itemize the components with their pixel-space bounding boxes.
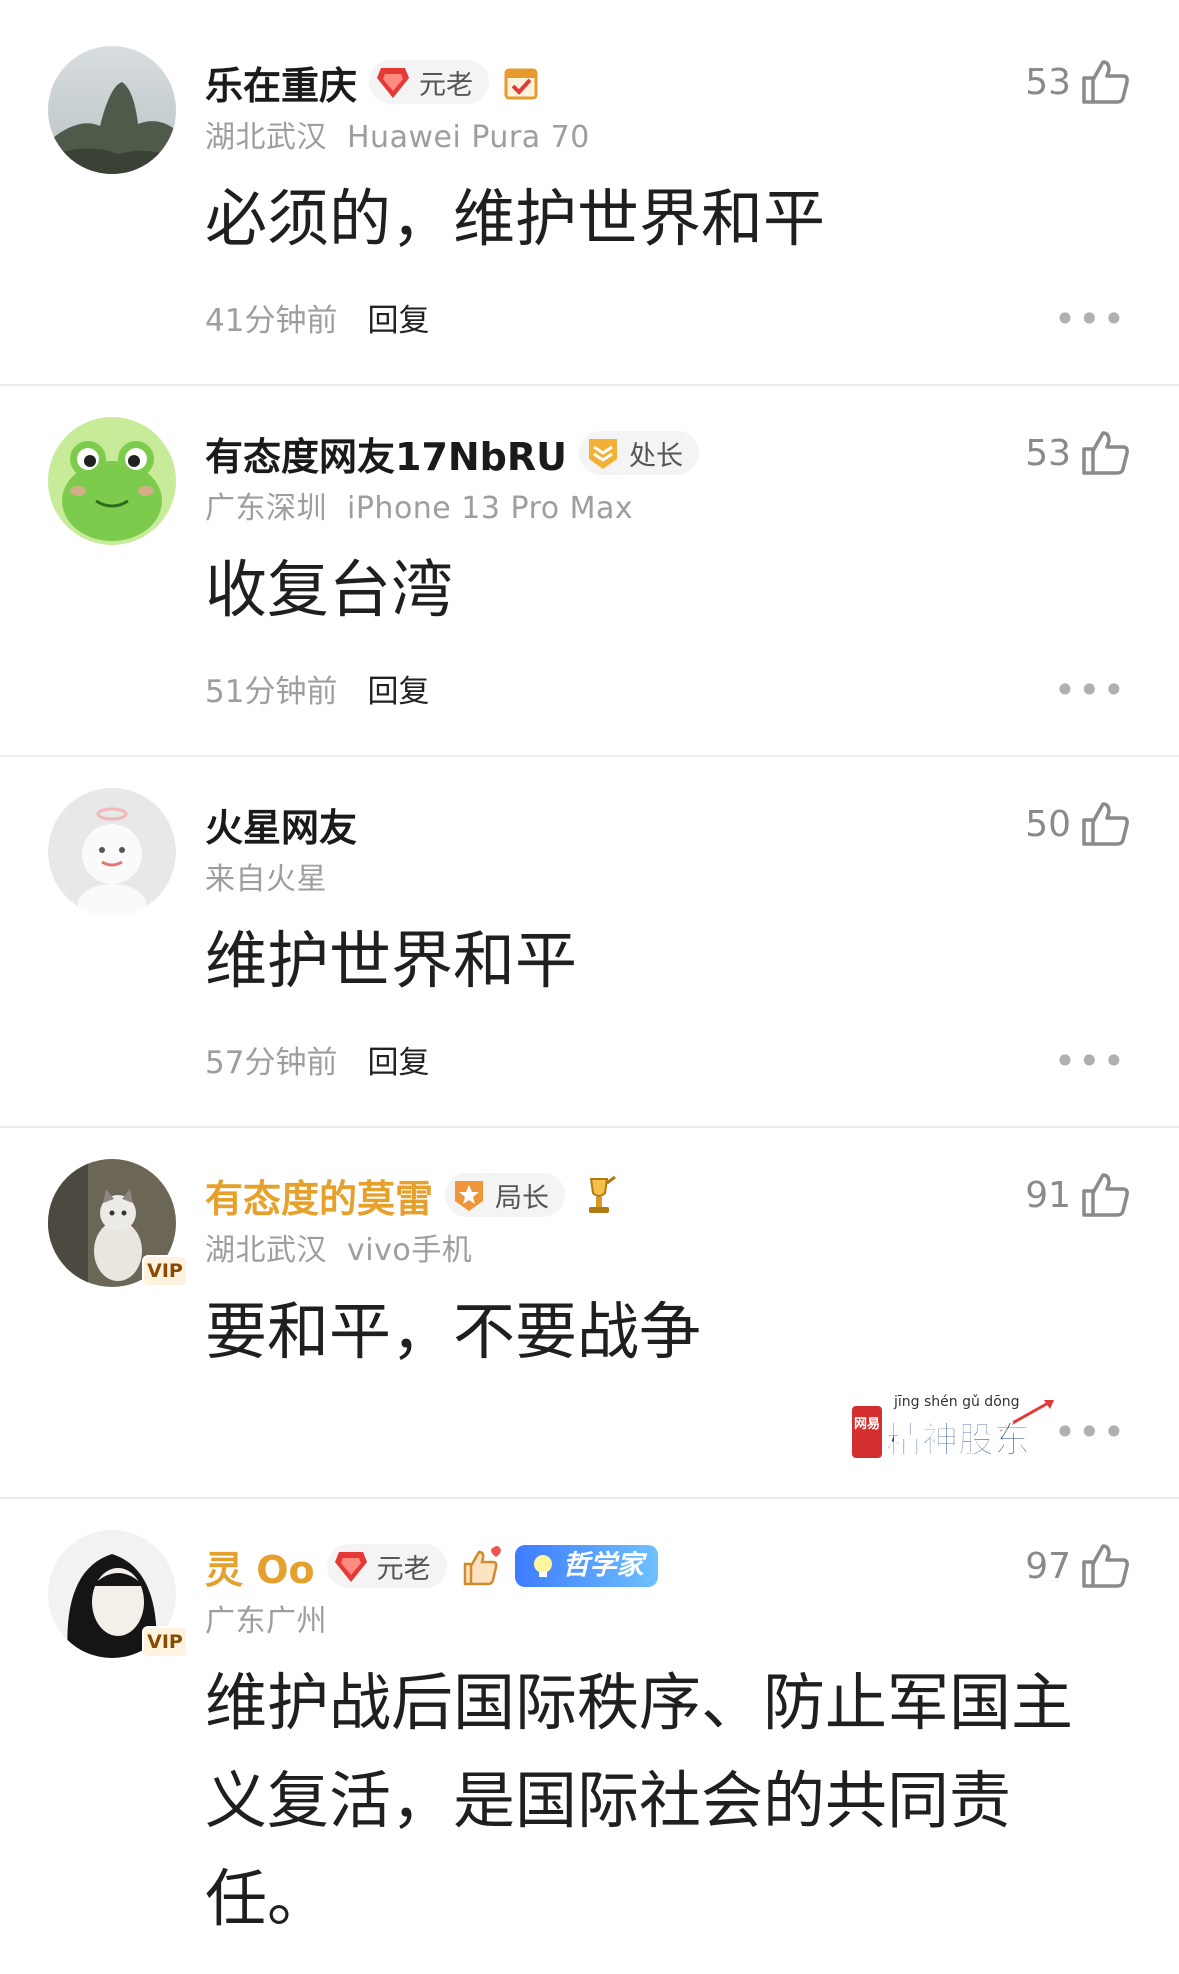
avatar-image (48, 46, 176, 174)
more-options-icon[interactable]: ••• (1054, 1042, 1127, 1080)
location: 广东广州 (205, 1604, 327, 1639)
location: 来自火星 (205, 862, 327, 897)
avatar[interactable]: VIP (48, 1530, 188, 1658)
rank-badge: 局长 (445, 1173, 566, 1217)
device: vivo手机 (347, 1233, 473, 1268)
rank-badge: 元老 (326, 1544, 447, 1588)
comment-item: VIP 灵 Oo 元老 哲学家 广东广州 97 维护战后国际秩序、防止军国主义复… (0, 1484, 1179, 1974)
location: 广东深圳 (205, 491, 327, 526)
like-count: 97 (1025, 1545, 1071, 1587)
username[interactable]: 有态度的莫雷 (205, 1168, 433, 1223)
like-button[interactable]: 91 (1025, 1169, 1131, 1221)
comment-text: 维护世界和平 (205, 924, 578, 997)
reply-button[interactable]: 回复 (367, 295, 429, 340)
rank-badge: 处长 (579, 431, 700, 475)
like-count: 53 (1025, 432, 1071, 474)
watermark-brand-small: 网易 (854, 1417, 880, 1432)
thumbs-up-icon (1082, 431, 1129, 475)
chevron-rank-icon (589, 439, 618, 469)
avatar[interactable] (48, 46, 176, 174)
like-button[interactable]: 50 (1025, 798, 1131, 850)
user-meta: 广东广州 (205, 1596, 327, 1640)
avatar[interactable] (48, 417, 176, 545)
calendar-check-icon (504, 68, 538, 100)
lightbulb-icon (533, 1555, 552, 1577)
comment-text: 维护战后国际秩序、防止军国主义复活，是国际社会的共同责任。 (205, 1666, 1074, 1935)
device: Huawei Pura 70 (347, 120, 590, 155)
location: 湖北武汉 (205, 120, 327, 155)
frog-avatar-image (48, 417, 176, 545)
user-meta: 广东深圳 iPhone 13 Pro Max (205, 483, 633, 527)
watermark-pinyin: jīng shén gǔ dōng (893, 1394, 1020, 1410)
like-button[interactable]: 53 (1025, 56, 1131, 108)
title-tag-label: 哲学家 (562, 1550, 644, 1581)
like-count: 50 (1025, 803, 1071, 845)
title-tag: 哲学家 (514, 1545, 658, 1587)
avatar[interactable] (48, 788, 176, 916)
rank-badge: 元老 (369, 60, 490, 104)
thumbs-up-icon (1082, 60, 1129, 104)
device: iPhone 13 Pro Max (347, 491, 634, 526)
thumbs-up-icon (1082, 1173, 1129, 1217)
thumbs-up-icon (1082, 802, 1129, 846)
comment-item: 乐在重庆 元老 湖北武汉 Huawei Pura 70 53 必须的，维护世界和平… (0, 0, 1179, 384)
more-options-icon[interactable]: ••• (1054, 671, 1127, 709)
comment-text: 收复台湾 (205, 553, 454, 626)
rank-badge-label: 处长 (629, 440, 684, 472)
user-meta: 来自火星 (205, 854, 327, 898)
star-shield-icon (455, 1181, 484, 1211)
vip-badge: VIP (142, 1255, 188, 1287)
user-meta: 湖北武汉 vivo手机 (205, 1225, 472, 1269)
timestamp: 41分钟前 (205, 302, 338, 339)
location: 湖北武汉 (205, 1233, 327, 1268)
watermark-logo: 网易 jīng shén gǔ dōng 精神股东 (852, 1394, 1054, 1462)
user-meta: 湖北武汉 Huawei Pura 70 (205, 112, 590, 156)
avatar[interactable]: VIP (48, 1159, 188, 1287)
default-avatar-image (48, 788, 176, 916)
timestamp: 57分钟前 (205, 1044, 338, 1081)
reply-button[interactable]: 回复 (367, 666, 429, 711)
vip-badge: VIP (142, 1626, 188, 1658)
comment-text: 要和平，不要战争 (205, 1295, 702, 1368)
like-count: 53 (1025, 61, 1071, 103)
like-button[interactable]: 97 (1025, 1540, 1131, 1592)
user-header: 火星网友 (205, 796, 357, 852)
user-header: 乐在重庆 元老 (205, 54, 541, 110)
comment-footer: 57分钟前 回复 (205, 1034, 429, 1084)
user-header: 有态度的莫雷 局长 (205, 1167, 621, 1223)
like-button[interactable]: 53 (1025, 427, 1131, 479)
username[interactable]: 乐在重庆 (205, 55, 357, 110)
rank-badge-label: 局长 (495, 1182, 550, 1214)
user-header: 灵 Oo 元老 哲学家 (205, 1538, 658, 1594)
comment-item: 有态度网友17NbRU 处长 广东深圳 iPhone 13 Pro Max 53 … (0, 371, 1179, 755)
comment-footer: 51分钟前 回复 (205, 663, 429, 713)
thumbs-up-heart-icon (463, 1546, 501, 1586)
thumbs-up-icon (1082, 1544, 1129, 1588)
jingshen-gudong-watermark: 网易 jīng shén gǔ dōng 精神股东 (850, 1392, 1080, 1462)
timestamp: 51分钟前 (205, 673, 338, 710)
reply-button[interactable]: 回复 (367, 1037, 429, 1082)
rank-badge-label: 元老 (376, 1553, 431, 1585)
comment-text: 必须的，维护世界和平 (205, 182, 826, 255)
watermark-brand-main: 精神股东 (886, 1420, 1030, 1461)
comment-item: 火星网友 来自火星 50 维护世界和平 57分钟前 回复 ••• (0, 742, 1179, 1126)
user-header: 有态度网友17NbRU 处长 (205, 425, 700, 481)
diamond-icon (334, 1552, 367, 1582)
username[interactable]: 火星网友 (205, 797, 357, 852)
rank-badge-label: 元老 (419, 69, 474, 101)
trophy-hand-icon (589, 1175, 616, 1213)
more-options-icon[interactable]: ••• (1054, 300, 1127, 338)
like-count: 91 (1025, 1174, 1071, 1216)
username[interactable]: 有态度网友17NbRU (205, 426, 567, 481)
comment-footer: 41分钟前 回复 (205, 292, 429, 342)
diamond-icon (377, 68, 410, 98)
username[interactable]: 灵 Oo (205, 1539, 315, 1594)
